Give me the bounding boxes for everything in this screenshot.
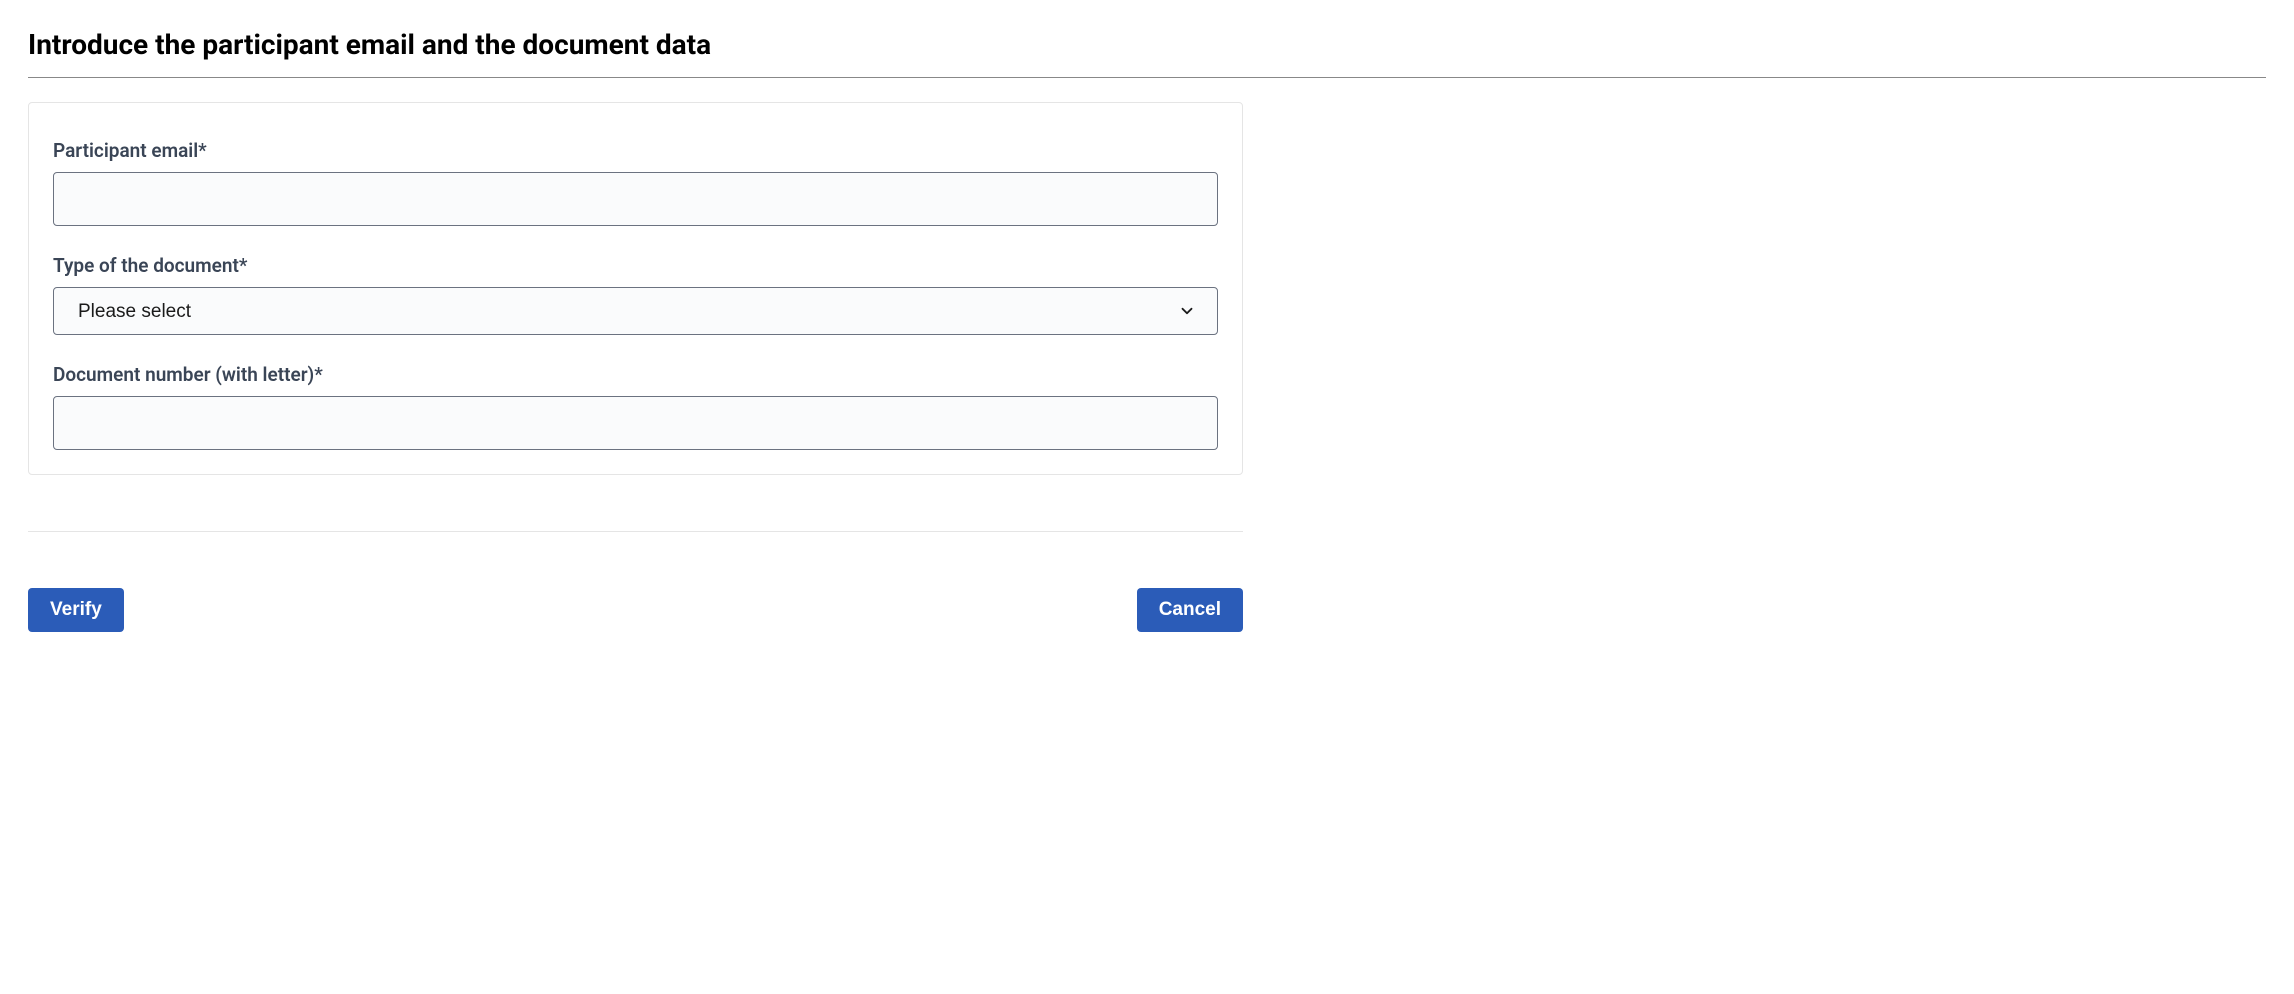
email-label: Participant email* — [53, 139, 1218, 162]
verify-button[interactable]: Verify — [28, 588, 124, 632]
form-group-doc-number: Document number (with letter)* — [53, 363, 1218, 450]
cancel-button[interactable]: Cancel — [1137, 588, 1243, 632]
email-input[interactable] — [53, 172, 1218, 226]
section-divider — [28, 531, 1243, 532]
doc-type-label: Type of the document* — [53, 254, 1218, 277]
doc-type-select[interactable]: Please select — [53, 287, 1218, 335]
form-group-doc-type: Type of the document* Please select — [53, 254, 1218, 335]
doc-number-input[interactable] — [53, 396, 1218, 450]
form-group-email: Participant email* — [53, 139, 1218, 226]
form-card: Participant email* Type of the document*… — [28, 102, 1243, 475]
title-divider — [28, 77, 2266, 78]
doc-type-select-wrapper: Please select — [53, 287, 1218, 335]
page-title: Introduce the participant email and the … — [28, 28, 2266, 61]
doc-number-label: Document number (with letter)* — [53, 363, 1218, 386]
button-row: Verify Cancel — [28, 588, 1243, 632]
